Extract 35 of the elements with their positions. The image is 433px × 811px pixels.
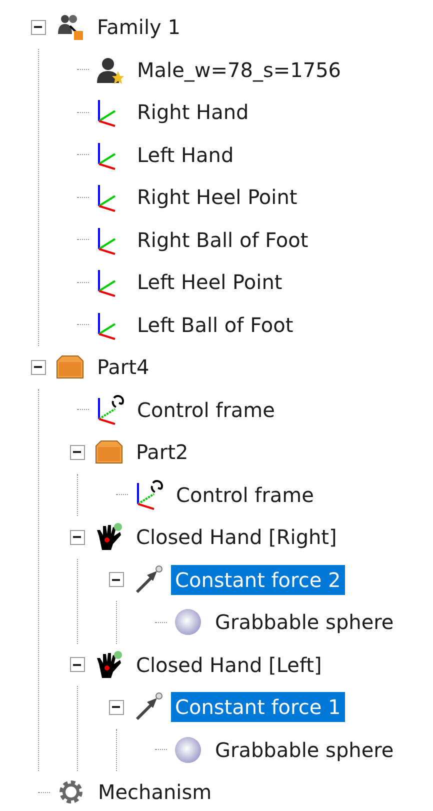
- collapse-toggle[interactable]: [30, 360, 46, 375]
- tree-item[interactable]: Grabbable sphere: [211, 607, 398, 638]
- tree-item[interactable]: Mechanism: [94, 777, 216, 808]
- axes-rotate-icon: [134, 480, 164, 510]
- tree-item[interactable]: Left Heel Point: [133, 267, 286, 298]
- arrow-icon: [133, 564, 163, 595]
- tree-item[interactable]: Control frame: [133, 394, 279, 425]
- collapse-toggle[interactable]: [30, 20, 46, 35]
- tree-item[interactable]: Right Ball of Foot: [133, 224, 312, 255]
- tree-item[interactable]: Grabbable sphere: [211, 734, 398, 765]
- tree-item[interactable]: Part2: [132, 437, 192, 468]
- tree-item[interactable]: Closed Hand [Left]: [132, 650, 326, 680]
- hand-icon: [94, 522, 124, 552]
- tree-item[interactable]: Constant force 2: [171, 564, 345, 595]
- tree-item[interactable]: Male_w=78_s=1756: [133, 54, 346, 85]
- tree-item[interactable]: Left Ball of Foot: [133, 310, 298, 340]
- collapse-toggle[interactable]: [70, 444, 84, 460]
- collapse-toggle[interactable]: [108, 700, 124, 715]
- tree-item[interactable]: Closed Hand [Right]: [132, 522, 341, 552]
- axes-rotate-icon: [95, 394, 125, 425]
- tree-item[interactable]: Left Hand: [133, 140, 238, 170]
- collapse-toggle[interactable]: [70, 657, 84, 672]
- collapse-toggle[interactable]: [70, 530, 84, 545]
- sphere-icon: [173, 607, 203, 638]
- people-group-icon: [55, 12, 85, 42]
- tree-item[interactable]: Control frame: [172, 480, 318, 510]
- tree-item[interactable]: Part4: [93, 352, 154, 382]
- tree-item[interactable]: Family 1: [93, 12, 184, 42]
- tree-item[interactable]: Right Heel Point: [133, 182, 302, 212]
- tree-item[interactable]: Constant force 1: [171, 692, 345, 722]
- sphere-icon: [173, 734, 203, 765]
- hand-icon: [94, 650, 124, 680]
- tree-item[interactable]: Right Hand: [133, 97, 253, 128]
- collapse-toggle[interactable]: [108, 572, 124, 588]
- arrow-icon: [133, 692, 163, 722]
